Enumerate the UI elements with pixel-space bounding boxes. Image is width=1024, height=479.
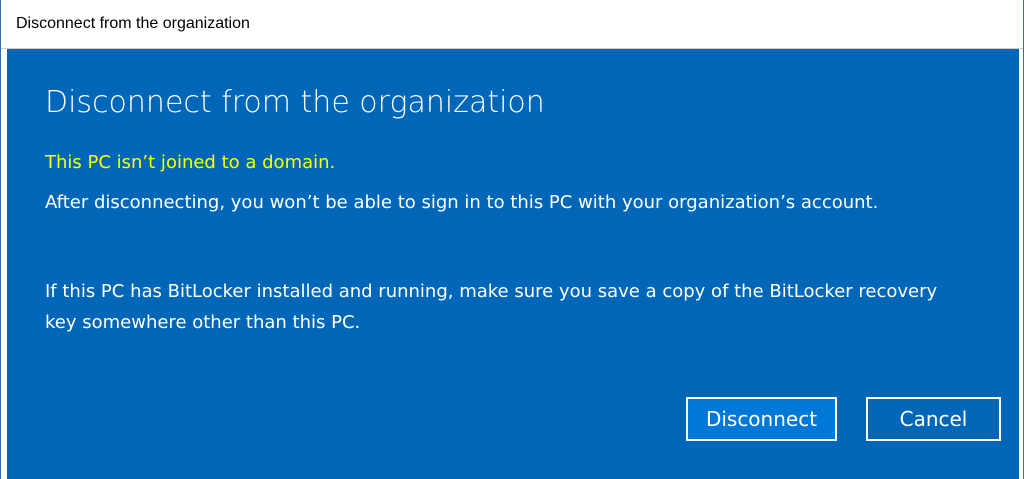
title-bar[interactable]: Disconnect from the organization	[1, 0, 1023, 49]
domain-warning-text: This PC isn’t joined to a domain.	[45, 152, 336, 173]
disconnect-window: Disconnect from the organization Disconn…	[0, 0, 1024, 479]
dialog-heading: Disconnect from the organization	[45, 85, 545, 120]
sign-in-info-text: After disconnecting, you won’t be able t…	[45, 192, 879, 213]
disconnect-button[interactable]: Disconnect	[686, 397, 837, 441]
window-title: Disconnect from the organization	[16, 15, 250, 32]
disconnect-dialog: Disconnect from the organization This PC…	[7, 49, 1019, 479]
cancel-button[interactable]: Cancel	[866, 397, 1001, 441]
bitlocker-info-text: If this PC has BitLocker installed and r…	[45, 281, 938, 333]
